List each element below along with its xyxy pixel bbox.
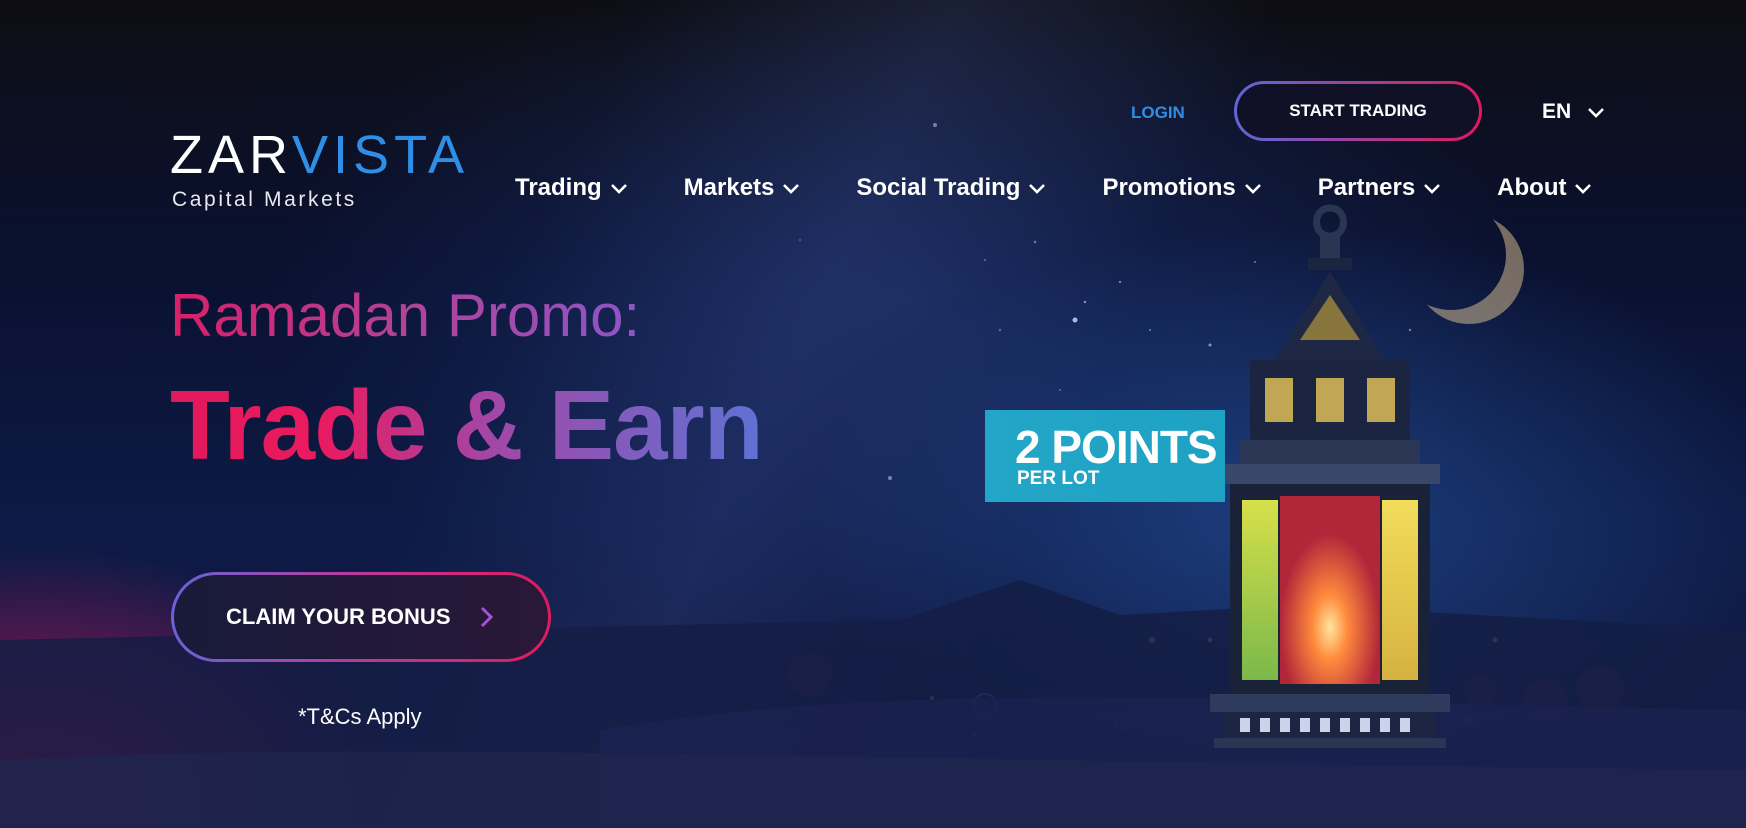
- chevron-down-icon: [610, 184, 627, 194]
- claim-bonus-label: CLAIM YOUR BONUS: [226, 604, 451, 629]
- logo-part-vista: VISTA: [292, 125, 470, 185]
- main-nav: Trading Markets Social Trading Promotion…: [515, 174, 1592, 202]
- chevron-down-icon: [1588, 108, 1605, 118]
- chevron-down-icon: [1244, 184, 1261, 194]
- chevron-down-icon: [783, 184, 800, 194]
- points-badge: 2 POINTS PER LOT: [985, 410, 1225, 502]
- nav-item-trading[interactable]: Trading: [515, 174, 628, 202]
- chevron-down-icon: [1029, 184, 1046, 194]
- nav-item-label: Markets: [683, 174, 775, 201]
- nav-item-label: Trading: [515, 174, 602, 201]
- nav-item-markets[interactable]: Markets: [684, 174, 801, 202]
- logo-wordmark: ZARVISTA: [170, 128, 469, 182]
- language-label: EN: [1542, 100, 1572, 123]
- nav-item-label: Promotions: [1102, 174, 1236, 201]
- chevron-down-icon: [1575, 184, 1592, 194]
- promo-heading: Ramadan Promo:: [170, 282, 641, 349]
- start-trading-label: START TRADING: [1237, 84, 1479, 138]
- nav-item-label: About: [1497, 174, 1567, 201]
- badge-points-text: 2 POINTS: [1015, 421, 1218, 473]
- language-selector[interactable]: EN: [1542, 100, 1605, 124]
- nav-item-about[interactable]: About: [1497, 174, 1592, 202]
- nav-item-partners[interactable]: Partners: [1318, 174, 1441, 202]
- nav-item-social-trading[interactable]: Social Trading: [856, 174, 1046, 202]
- logo-part-zar: ZAR: [170, 125, 293, 185]
- claim-bonus-button[interactable]: CLAIM YOUR BONUS: [171, 572, 551, 662]
- terms-note[interactable]: *T&Cs Apply: [298, 704, 422, 730]
- chevron-down-icon: [1424, 184, 1441, 194]
- claim-bonus-inner: CLAIM YOUR BONUS: [174, 575, 548, 659]
- ramadan-lantern-image: [1210, 204, 1450, 748]
- nav-item-promotions[interactable]: Promotions: [1102, 174, 1261, 202]
- logo-tagline: Capital Markets: [172, 188, 357, 211]
- nav-item-label: Social Trading: [856, 174, 1021, 201]
- login-link[interactable]: LOGIN: [1131, 103, 1185, 123]
- start-trading-button[interactable]: START TRADING: [1234, 81, 1482, 141]
- chevron-right-icon: [480, 606, 493, 628]
- badge-per-lot-text: PER LOT: [1017, 468, 1100, 489]
- nav-item-label: Partners: [1317, 174, 1416, 201]
- main-heading: Trade & Earn: [170, 370, 764, 480]
